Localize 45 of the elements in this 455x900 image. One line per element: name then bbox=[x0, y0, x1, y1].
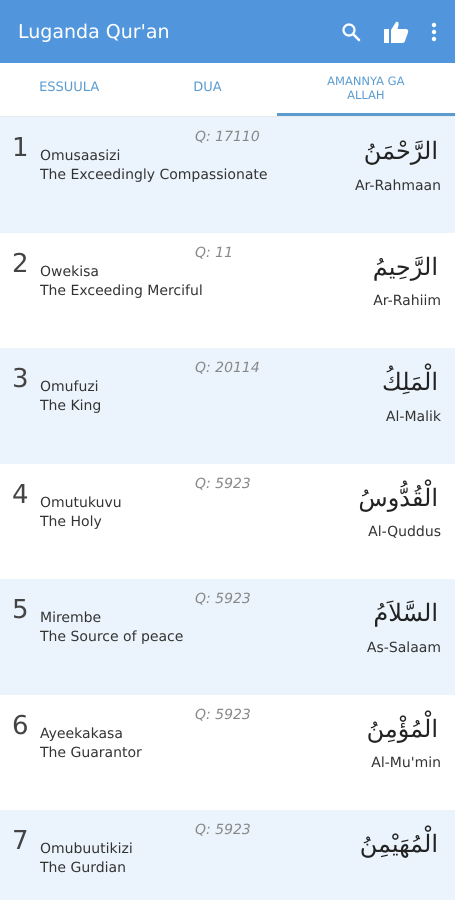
quran-reference: Q: 5923 bbox=[195, 706, 252, 722]
transliteration: Al-Quddus bbox=[368, 524, 441, 540]
arabic-name: الرَّحْمَنُ bbox=[362, 136, 439, 167]
quran-reference: Q: 5923 bbox=[195, 822, 252, 838]
more-options-icon bbox=[431, 22, 437, 42]
quran-reference: Q: 11 bbox=[195, 244, 234, 260]
quran-reference: Q: 5923 bbox=[195, 591, 252, 607]
luganda-name: Omutukuvu bbox=[40, 494, 123, 510]
item-number: 3 bbox=[12, 364, 30, 396]
transliteration: As-Salaam bbox=[366, 640, 441, 656]
english-meaning: The Holy bbox=[40, 514, 103, 530]
arabic-name: الْمَلِكُ bbox=[378, 362, 441, 403]
english-meaning: The Exceeding Merciful bbox=[40, 282, 204, 298]
luganda-name: Omufuzi bbox=[40, 379, 100, 395]
app-title: Luganda Qur'an bbox=[18, 20, 170, 42]
luganda-name: Ayeekakasa bbox=[40, 726, 124, 742]
english-meaning: The King bbox=[40, 398, 102, 414]
english-meaning: The Guarantor bbox=[40, 744, 143, 760]
luganda-name: Owekisa bbox=[40, 264, 100, 280]
arabic-name: الْمُؤْمِنُ bbox=[364, 708, 441, 750]
quran-reference: Q: 20114 bbox=[195, 360, 261, 376]
arabic-name: الْقُدُّوسُ bbox=[355, 478, 441, 518]
item-number: 7 bbox=[12, 826, 30, 858]
transliteration: Al-Malik bbox=[386, 408, 441, 425]
arabic-name: الْمُهَيْمِنُ bbox=[356, 824, 441, 865]
luganda-name: Omusaasizi bbox=[40, 148, 122, 164]
thumbs-up-icon bbox=[383, 20, 409, 44]
item-number: 2 bbox=[12, 248, 30, 280]
item-number: 5 bbox=[12, 595, 30, 627]
quran-reference: Q: 5923 bbox=[195, 476, 252, 492]
luganda-name: Omubuutikizi bbox=[40, 841, 134, 857]
item-number: 6 bbox=[12, 710, 30, 742]
luganda-name: Mirembe bbox=[40, 610, 102, 626]
english-meaning: The Source of peace bbox=[40, 629, 184, 645]
quran-reference: Q: 17110 bbox=[195, 129, 261, 145]
search-icon bbox=[341, 22, 361, 42]
item-number: 4 bbox=[12, 480, 30, 512]
transliteration: Ar-Rahmaan bbox=[354, 178, 441, 194]
transliteration: Al-Mu'min bbox=[371, 755, 441, 772]
arabic-name: السَّلاَمُ bbox=[372, 598, 439, 629]
arabic-name: الرَّحِيمُ bbox=[372, 252, 439, 283]
transliteration: Ar-Rahiim bbox=[373, 293, 441, 310]
english-meaning: The Exceedingly Compassionate bbox=[40, 167, 268, 183]
item-number: 1 bbox=[12, 133, 30, 165]
english-meaning: The Gurdian bbox=[40, 860, 127, 876]
